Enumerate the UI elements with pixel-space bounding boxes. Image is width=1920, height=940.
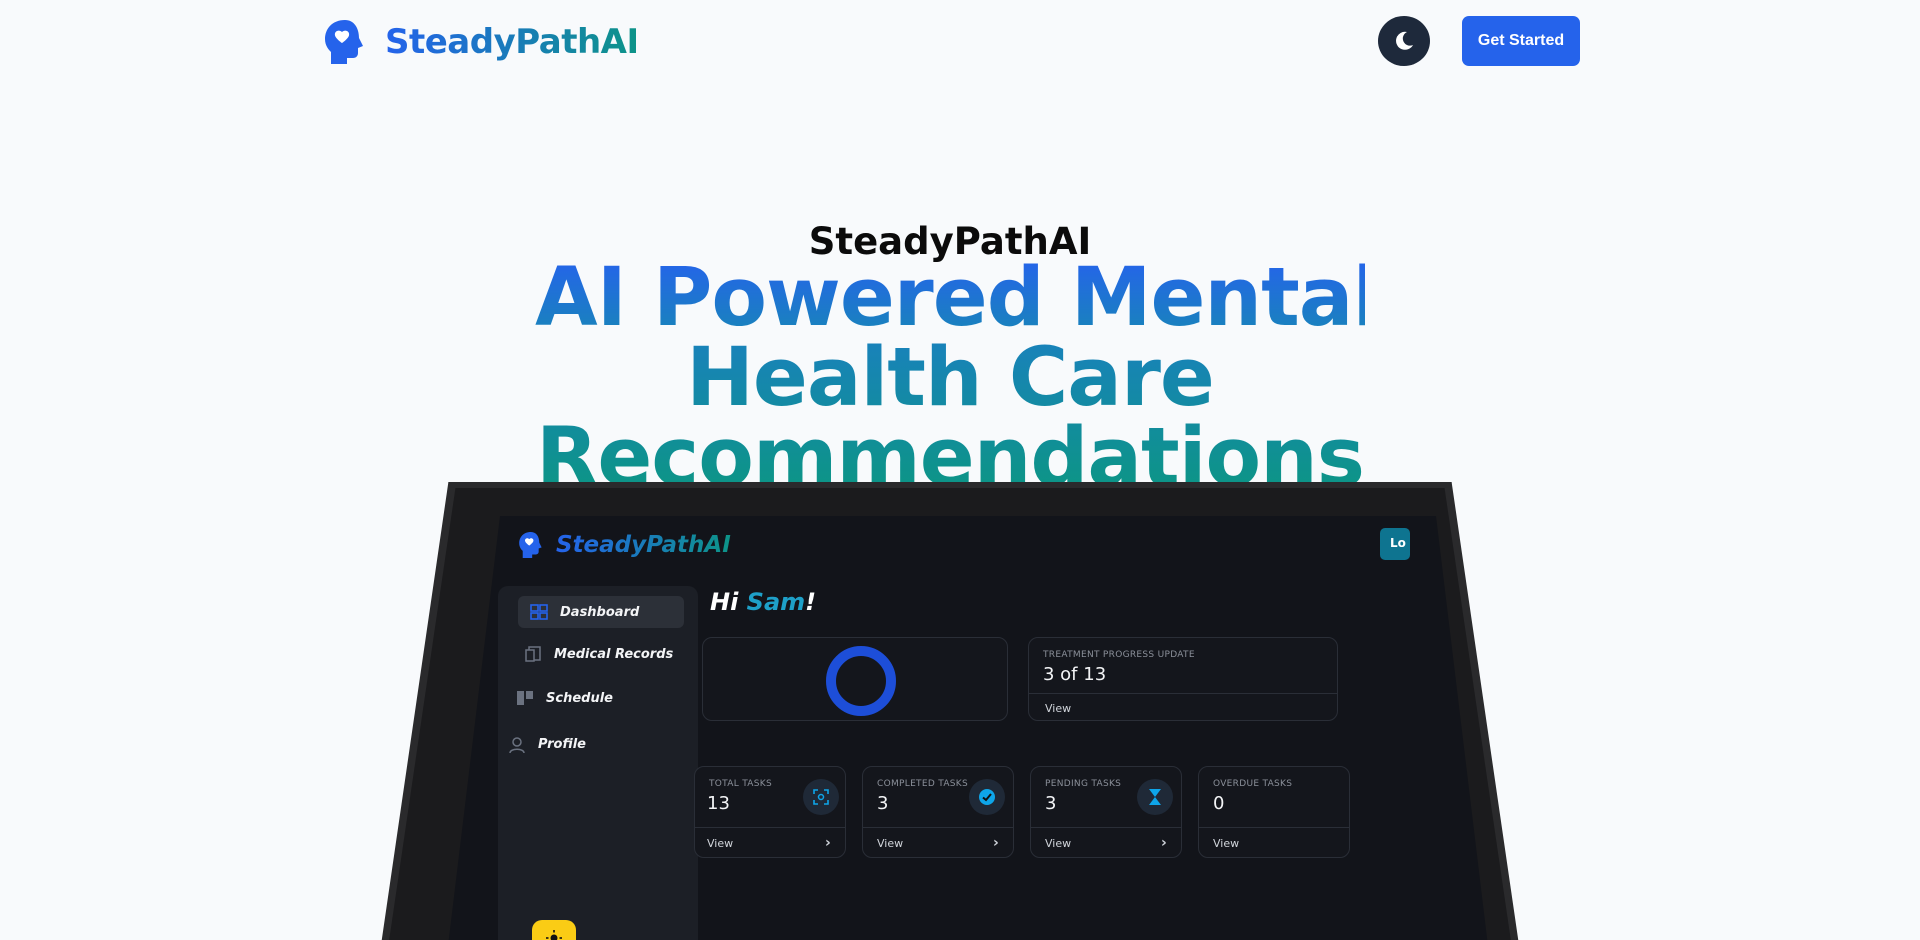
card-value: 3 [877, 793, 889, 814]
stat-card-pending-tasks: PENDING TASKS 3 View › [1030, 766, 1182, 858]
card-value: 0 [1213, 793, 1225, 814]
moon-icon [1396, 31, 1413, 50]
brand-name: SteadyPathAI [385, 22, 639, 62]
brand-logo[interactable]: SteadyPathAI [323, 18, 639, 66]
view-link[interactable]: View [1045, 837, 1071, 850]
headline-line: Health Care [686, 331, 1214, 425]
sun-icon [546, 930, 562, 940]
head-heart-icon [325, 20, 363, 64]
scan-icon [803, 779, 839, 815]
stat-card-completed-tasks: COMPLETED TASKS 3 View › [862, 766, 1014, 858]
view-link[interactable]: View [877, 837, 903, 850]
card-label: PENDING TASKS [1045, 779, 1122, 789]
records-icon [524, 646, 542, 662]
card-value: 3 of 13 [1043, 664, 1107, 685]
user-name: Sam [746, 588, 806, 616]
view-link[interactable]: View [707, 837, 733, 850]
chevron-right-icon: › [1161, 835, 1167, 851]
get-started-button[interactable]: Get Started [1462, 16, 1580, 66]
top-nav: SteadyPathAI Get Started [0, 0, 1920, 82]
stat-card-overdue-tasks: OVERDUE TASKS 0 View [1198, 766, 1350, 858]
login-tab[interactable]: Lo [1380, 528, 1410, 560]
hero-headline: AI Powered Mental Health Care Recommenda… [535, 258, 1365, 483]
sidebar-item-profile[interactable]: Profile [508, 736, 586, 754]
hourglass-icon [1137, 779, 1173, 815]
card-label: TOTAL TASKS [709, 779, 772, 789]
dashboard-icon [530, 604, 548, 620]
view-link[interactable]: View [1213, 837, 1239, 850]
stat-card-total-tasks: TOTAL TASKS 13 View › [694, 766, 846, 858]
card-value: 3 [1045, 793, 1057, 814]
view-link[interactable]: View [1045, 702, 1071, 715]
progress-chart-card [702, 637, 1008, 721]
progress-ring [826, 646, 896, 716]
dashboard-greeting: Hi Sam! [710, 588, 816, 616]
sidebar-item-label: Medical Records [554, 646, 674, 662]
card-divider [1031, 827, 1181, 828]
sidebar-item-schedule[interactable]: Schedule [516, 690, 613, 706]
hero-eyebrow: SteadyPathAI [808, 220, 1092, 263]
sidebar-item-label: Dashboard [560, 604, 640, 620]
profile-icon [508, 736, 526, 754]
sidebar-item-label: Schedule [546, 690, 613, 706]
dashboard-brand: SteadyPathAI [518, 530, 731, 560]
schedule-icon [516, 690, 534, 706]
greeting-suffix: ! [805, 588, 817, 616]
card-label: COMPLETED TASKS [877, 779, 969, 789]
dashboard-brand-name: SteadyPathAI [556, 532, 731, 558]
card-divider [1199, 827, 1349, 828]
dashboard-sidebar: Dashboard Medical Records Schedule Profi… [498, 586, 698, 940]
headline-line: Recommendations [535, 411, 1365, 483]
card-divider [1029, 693, 1337, 694]
card-value: 13 [707, 793, 730, 814]
card-divider [695, 827, 845, 828]
theme-toggle-button[interactable] [1378, 16, 1430, 66]
sidebar-item-label: Profile [538, 736, 586, 752]
chevron-right-icon: › [825, 835, 831, 851]
greeting-prefix: Hi [710, 588, 747, 616]
chevron-right-icon: › [993, 835, 999, 851]
dashboard-preview: SteadyPathAI Lo Dashboard Medical Record… [448, 516, 1488, 940]
card-divider [863, 827, 1013, 828]
check-circle-icon [969, 779, 1005, 815]
theme-toggle-button[interactable] [532, 920, 576, 940]
sidebar-item-dashboard[interactable]: Dashboard [518, 596, 684, 628]
sidebar-item-medical-records[interactable]: Medical Records [524, 646, 673, 662]
card-label: TREATMENT PROGRESS UPDATE [1043, 650, 1195, 660]
headline-line: AI Powered Mental [535, 258, 1365, 345]
head-heart-icon [519, 532, 542, 558]
treatment-progress-card: TREATMENT PROGRESS UPDATE 3 of 13 View [1028, 637, 1338, 721]
card-label: OVERDUE TASKS [1213, 779, 1293, 789]
